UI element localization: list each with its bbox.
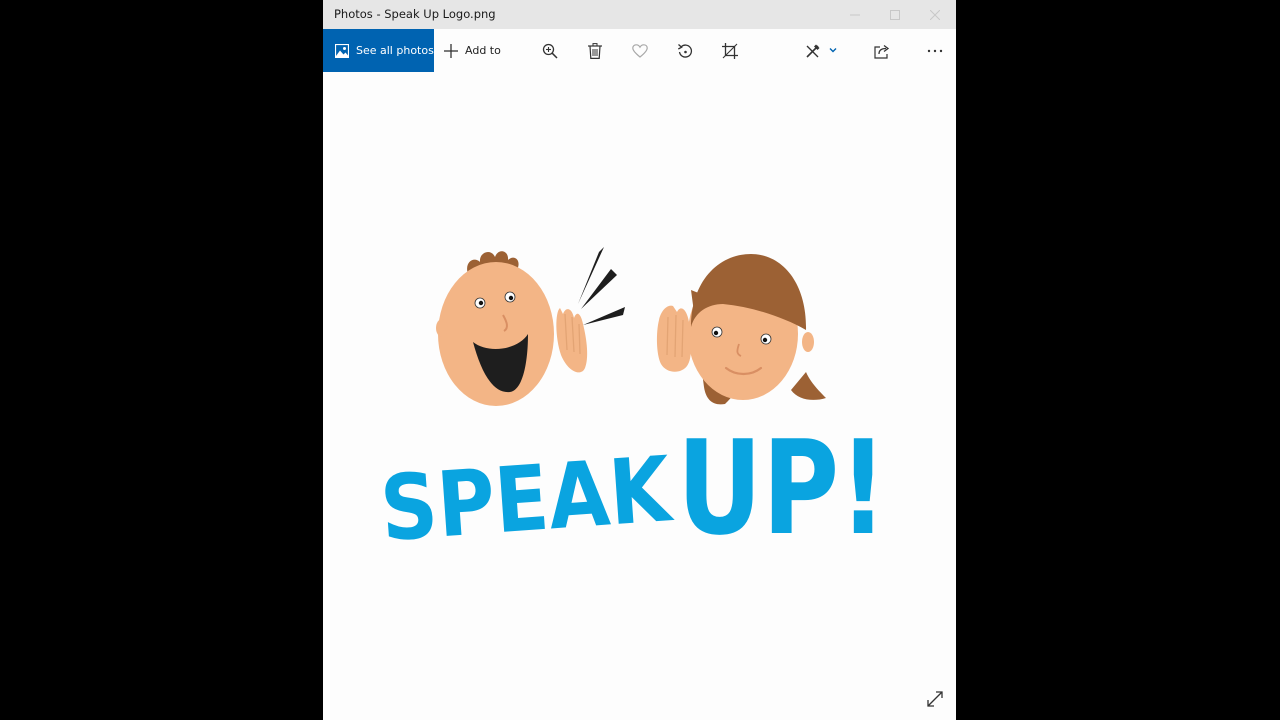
share-icon [874, 44, 890, 59]
edit-create-button[interactable] [804, 41, 838, 61]
boy-character [436, 251, 588, 406]
delete-icon [588, 43, 602, 59]
zoom-button[interactable] [540, 41, 560, 61]
photos-window: Photos - Speak Up Logo.png See all photo… [323, 0, 956, 720]
zoom-icon [542, 43, 558, 59]
title-bar: Photos - Speak Up Logo.png [323, 0, 956, 29]
edit-icon [806, 44, 837, 58]
add-to-label: Add to [465, 44, 501, 57]
heart-icon [632, 44, 648, 58]
minimize-button[interactable] [835, 0, 875, 29]
see-all-photos-button[interactable]: See all photos [323, 29, 434, 72]
maximize-button[interactable] [875, 0, 915, 29]
girl-character [656, 254, 826, 405]
maximize-icon [890, 9, 900, 20]
logo-text-up: UP! [677, 412, 887, 564]
add-to-button[interactable]: Add to [444, 29, 501, 72]
share-button[interactable] [872, 41, 892, 61]
crop-button[interactable] [720, 41, 740, 61]
crop-icon [722, 43, 738, 59]
window-title: Photos - Speak Up Logo.png [334, 7, 496, 21]
close-button[interactable] [915, 0, 955, 29]
sound-lines [578, 247, 625, 325]
logo-text-speak: SPEAK [377, 437, 676, 562]
full-screen-button[interactable] [924, 688, 946, 710]
logo-text: SPEAK UP! [377, 412, 887, 564]
expand-icon [927, 691, 943, 707]
favorite-button[interactable] [630, 41, 650, 61]
close-icon [930, 9, 940, 20]
delete-button[interactable] [585, 41, 605, 61]
image-viewer[interactable]: SPEAK UP! [323, 72, 956, 720]
toolbar: See all photos Add to [323, 29, 956, 72]
minimize-icon [850, 14, 860, 15]
rotate-icon [677, 44, 693, 58]
see-all-photos-label: See all photos [356, 44, 434, 57]
rotate-button[interactable] [675, 41, 695, 61]
plus-icon [444, 43, 458, 58]
speak-up-logo-image: SPEAK UP! [377, 247, 887, 564]
photos-icon [335, 43, 349, 58]
more-options-button[interactable] [925, 41, 945, 61]
more-icon [927, 49, 943, 53]
